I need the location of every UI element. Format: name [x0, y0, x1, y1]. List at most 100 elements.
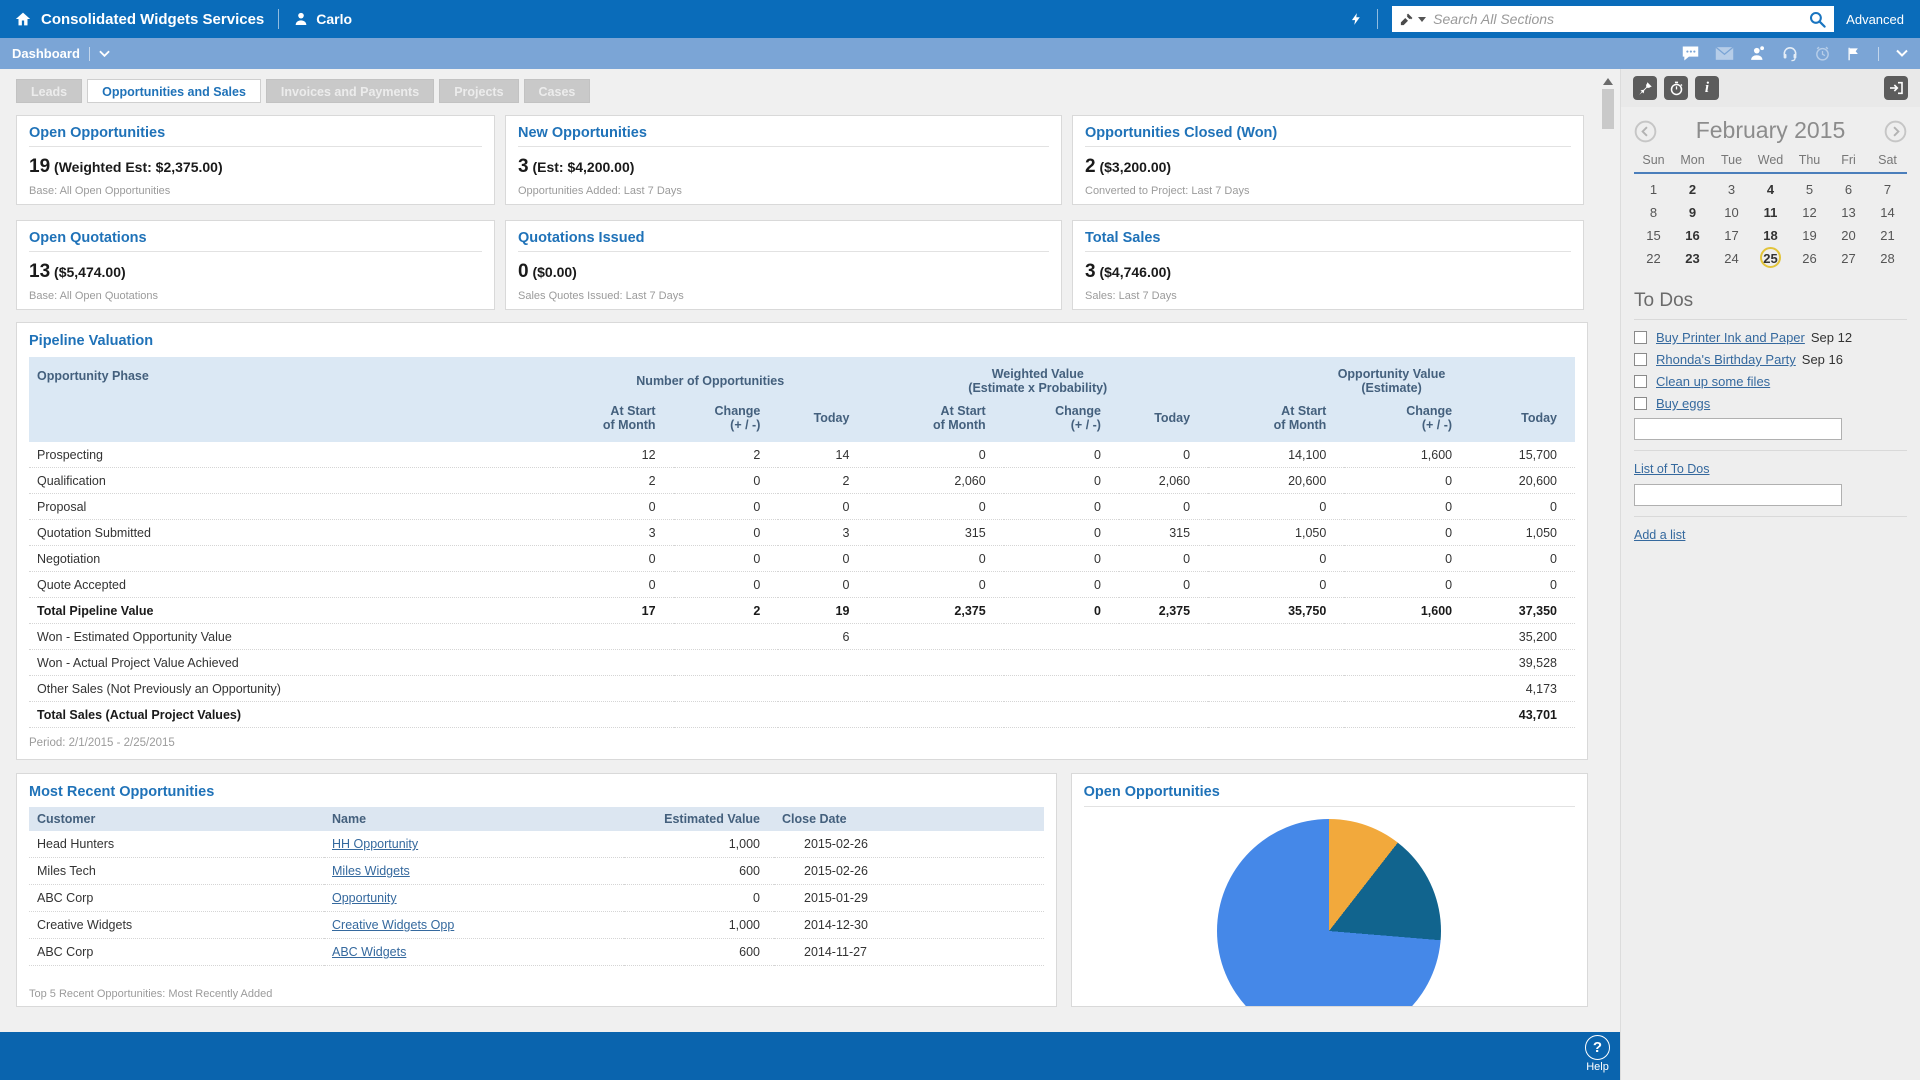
value-cell — [1344, 676, 1470, 702]
table-row: Won - Actual Project Value Achieved39,52… — [29, 650, 1575, 676]
calendar-day-21[interactable]: 21 — [1868, 224, 1907, 247]
contact-badge-icon[interactable] — [1749, 45, 1766, 62]
todo-link[interactable]: Rhonda's Birthday Party — [1656, 352, 1796, 367]
calendar-day-11[interactable]: 11 — [1751, 201, 1790, 224]
pie-chart — [1217, 819, 1441, 1007]
tab-opportunities-and-sales[interactable]: Opportunities and Sales — [87, 79, 261, 103]
value-cell — [867, 650, 1003, 676]
support-headset-icon[interactable] — [1781, 45, 1799, 62]
value-cell: 0 — [553, 546, 674, 572]
opportunity-link[interactable]: ABC Widgets — [332, 945, 406, 959]
breadcrumb[interactable]: Dashboard — [12, 46, 80, 61]
help-button[interactable]: ? Help — [1585, 1035, 1610, 1073]
calendar-day-15[interactable]: 15 — [1634, 224, 1673, 247]
opportunity-link[interactable]: HH Opportunity — [332, 837, 418, 851]
phase-cell: Total Sales (Actual Project Values) — [29, 702, 553, 728]
advanced-search-link[interactable]: Advanced — [1846, 12, 1904, 27]
calendar-day-23[interactable]: 23 — [1673, 247, 1712, 270]
add-a-list-link[interactable]: Add a list — [1634, 528, 1685, 542]
calendar-day-1[interactable]: 1 — [1634, 178, 1673, 201]
alarm-icon[interactable] — [1814, 45, 1831, 62]
calendar-day-5[interactable]: 5 — [1790, 178, 1829, 201]
panel-chevron-down-icon[interactable] — [1896, 49, 1908, 58]
calendar-day-25[interactable]: 25 — [1751, 247, 1790, 270]
value-cell: 12 — [553, 442, 674, 468]
table-footnote: Top 5 Recent Opportunities: Most Recentl… — [29, 988, 272, 1000]
topbar-right: Advanced — [1349, 6, 1910, 32]
todo-item: Rhonda's Birthday PartySep 16 — [1634, 352, 1907, 367]
calendar-day-22[interactable]: 22 — [1634, 247, 1673, 270]
search-input[interactable] — [1433, 11, 1808, 27]
tools-icon[interactable] — [1399, 12, 1414, 27]
todo-checkbox[interactable] — [1634, 331, 1647, 344]
name-cell: Creative Widgets Opp — [324, 912, 624, 939]
calendar-day-24[interactable]: 24 — [1712, 247, 1751, 270]
calendar-day-4[interactable]: 4 — [1751, 178, 1790, 201]
breadcrumb-chevron-down-icon[interactable] — [99, 50, 110, 58]
opportunity-link[interactable]: Creative Widgets Opp — [332, 918, 454, 932]
calendar-day-14[interactable]: 14 — [1868, 201, 1907, 224]
scrollbar-thumb[interactable] — [1602, 89, 1614, 129]
value-cell: 0 — [1344, 494, 1470, 520]
scroll-up-arrow-icon[interactable] — [1603, 78, 1613, 85]
comments-icon[interactable] — [1681, 45, 1700, 62]
calendar-day-10[interactable]: 10 — [1712, 201, 1751, 224]
todo-link[interactable]: Buy eggs — [1656, 396, 1710, 411]
calendar-day-12[interactable]: 12 — [1790, 201, 1829, 224]
table-row: Negotiation000000000 — [29, 546, 1575, 572]
estimated-value-cell: 600 — [624, 858, 774, 885]
search-icon[interactable] — [1808, 10, 1827, 29]
vertical-scrollbar[interactable] — [1600, 74, 1616, 1032]
collapse-panel-icon[interactable] — [1884, 76, 1908, 100]
calendar-day-3[interactable]: 3 — [1712, 178, 1751, 201]
calendar-day-8[interactable]: 8 — [1634, 201, 1673, 224]
help-question-icon: ? — [1585, 1035, 1610, 1060]
todo-checkbox[interactable] — [1634, 375, 1647, 388]
user-icon[interactable] — [293, 11, 309, 27]
todo-checkbox[interactable] — [1634, 353, 1647, 366]
new-list-input[interactable] — [1634, 484, 1842, 506]
opportunity-link[interactable]: Opportunity — [332, 891, 397, 905]
calendar-next-icon[interactable] — [1884, 120, 1907, 148]
tab-cases[interactable]: Cases — [524, 79, 591, 103]
flag-icon[interactable] — [1846, 45, 1861, 63]
calendar-day-9[interactable]: 9 — [1673, 201, 1712, 224]
calendar-day-18[interactable]: 18 — [1751, 224, 1790, 247]
customer-cell: ABC Corp — [29, 939, 324, 966]
calendar-day-20[interactable]: 20 — [1829, 224, 1868, 247]
pin-icon[interactable] — [1633, 76, 1657, 100]
new-todo-input[interactable] — [1634, 418, 1842, 440]
calendar-day-7[interactable]: 7 — [1868, 178, 1907, 201]
calendar-day-6[interactable]: 6 — [1829, 178, 1868, 201]
search-scope-caret-icon[interactable] — [1418, 17, 1426, 22]
calendar-day-19[interactable]: 19 — [1790, 224, 1829, 247]
todo-link[interactable]: Clean up some files — [1656, 374, 1770, 389]
timer-icon[interactable] — [1664, 76, 1688, 100]
home-icon[interactable] — [14, 10, 32, 28]
quick-add-lightning-icon[interactable] — [1349, 10, 1363, 28]
calendar-day-27[interactable]: 27 — [1829, 247, 1868, 270]
calendar-day-17[interactable]: 17 — [1712, 224, 1751, 247]
tab-invoices-and-payments[interactable]: Invoices and Payments — [266, 79, 434, 103]
todo-link[interactable]: Buy Printer Ink and Paper — [1656, 330, 1805, 345]
calendar-day-2[interactable]: 2 — [1673, 178, 1712, 201]
calendar-day-28[interactable]: 28 — [1868, 247, 1907, 270]
calendar-day-26[interactable]: 26 — [1790, 247, 1829, 270]
user-name[interactable]: Carlo — [316, 11, 352, 27]
calendar-prev-icon[interactable] — [1634, 120, 1657, 148]
value-cell: 315 — [1119, 520, 1208, 546]
email-icon[interactable] — [1715, 46, 1734, 61]
calendar-day-16[interactable]: 16 — [1673, 224, 1712, 247]
list-of-todos-link[interactable]: List of To Dos — [1634, 462, 1710, 476]
tab-leads[interactable]: Leads — [16, 79, 82, 103]
info-icon[interactable]: i — [1695, 76, 1719, 100]
opportunity-link[interactable]: Miles Widgets — [332, 864, 410, 878]
value-cell — [674, 624, 779, 650]
tab-projects[interactable]: Projects — [439, 79, 518, 103]
value-cell: 0 — [867, 572, 1003, 598]
calendar-day-13[interactable]: 13 — [1829, 201, 1868, 224]
estimated-value-cell: 600 — [624, 939, 774, 966]
column-subheader-change: Change (+ / -) — [1344, 400, 1470, 442]
value-cell — [778, 702, 867, 728]
todo-checkbox[interactable] — [1634, 397, 1647, 410]
